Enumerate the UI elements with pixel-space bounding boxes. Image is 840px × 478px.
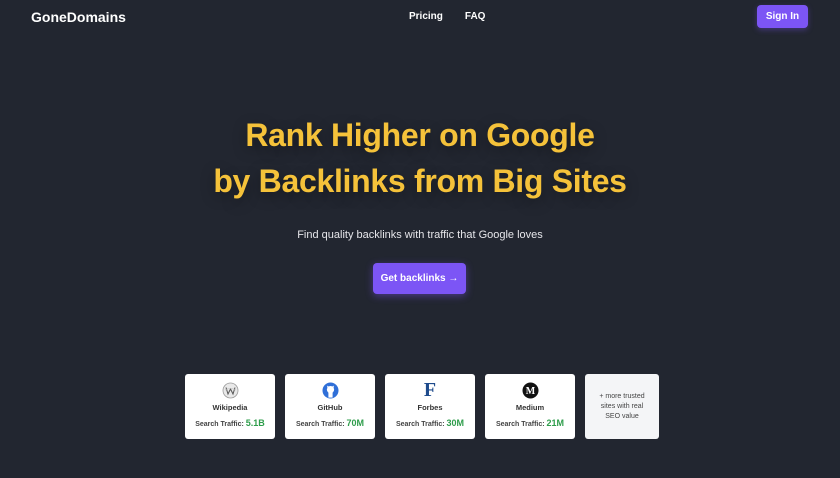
traffic-value: 30M (446, 418, 465, 428)
nav-link-faq[interactable]: FAQ (465, 11, 486, 22)
hero-headline: Rank Higher on Google by Backlinks from … (0, 112, 840, 204)
site-name: Wikipedia (212, 403, 248, 412)
github-icon (285, 382, 375, 399)
forbes-icon: F (423, 379, 437, 401)
more-sites-line-2: sites with real (600, 403, 644, 410)
hero-subtitle: Find quality backlinks with traffic that… (297, 229, 543, 241)
headline-line-1: Rank Higher on Google (245, 117, 595, 153)
more-sites-line-1: + more trusted (599, 393, 645, 400)
site-name: Medium (515, 403, 545, 412)
site-name: Forbes (417, 403, 443, 412)
site-traffic: Search Traffic: 5.1B (185, 418, 275, 428)
traffic-label: Search Traffic: (295, 421, 345, 428)
site-name: GitHub (317, 403, 343, 412)
traffic-label: Search Traffic: (395, 421, 445, 428)
traffic-label: Search Traffic: (195, 421, 244, 428)
traffic-value: 5.1B (245, 418, 265, 428)
site-card-wikipedia: Wikipedia Search Traffic: 5.1B (185, 374, 275, 439)
site-card-github: GitHub Search Traffic: 70M (285, 374, 375, 439)
nav-links: Pricing FAQ (409, 11, 485, 22)
more-sites-text: + more trusted sites with real SEO value (591, 392, 653, 422)
nav-link-pricing[interactable]: Pricing (409, 11, 443, 22)
traffic-value: 70M (346, 418, 365, 428)
more-sites-card: + more trusted sites with real SEO value (585, 374, 659, 439)
brand-logo[interactable]: GoneDomains (31, 9, 126, 25)
site-traffic: Search Traffic: 70M (285, 418, 375, 428)
site-card-forbes: F Forbes Search Traffic: 30M (385, 374, 475, 439)
headline-line-2: by Backlinks from Big Sites (213, 163, 627, 199)
traffic-value: 21M (546, 418, 565, 428)
wikipedia-icon (185, 382, 275, 399)
hero: Rank Higher on Google by Backlinks from … (0, 112, 840, 204)
more-sites-line-3: SEO value (605, 413, 639, 420)
site-traffic: Search Traffic: 21M (485, 418, 575, 428)
top-nav: GoneDomains Pricing FAQ Sign In (0, 0, 840, 34)
svg-text:M: M (525, 386, 535, 397)
site-card-medium: M Medium Search Traffic: 21M (485, 374, 575, 439)
sign-in-button[interactable]: Sign In (757, 5, 808, 28)
medium-icon: M (485, 382, 575, 399)
site-cards: Wikipedia Search Traffic: 5.1B GitHub Se… (185, 374, 659, 439)
get-backlinks-button[interactable]: Get backlinks → (373, 263, 466, 294)
site-traffic: Search Traffic: 30M (385, 418, 475, 428)
traffic-label: Search Traffic: (495, 421, 545, 428)
